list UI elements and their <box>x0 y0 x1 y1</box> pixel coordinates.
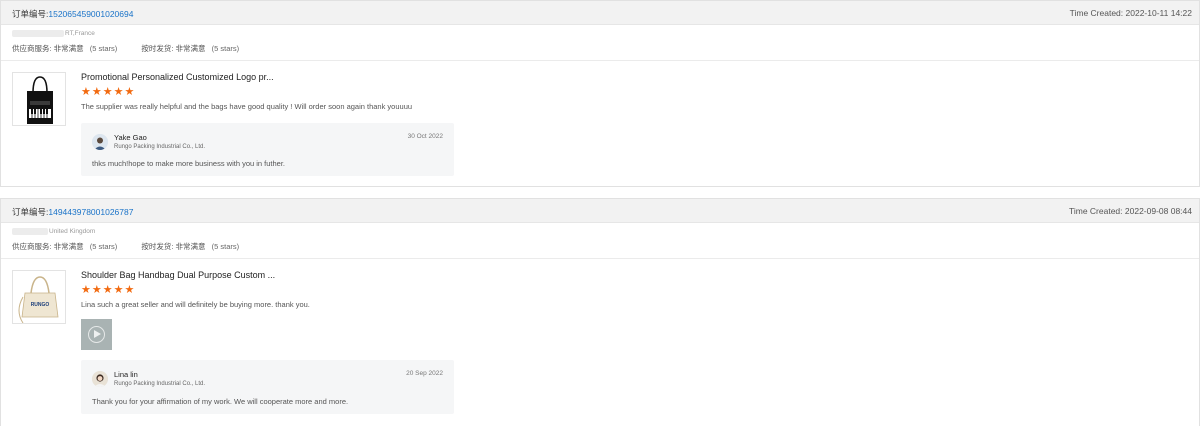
buyer-info: United Kingdom 供应商服务: 非常满意 (5 stars) 按时发… <box>1 223 1199 259</box>
reply-text: Thank you for your affirmation of my wor… <box>92 397 349 406</box>
supplier-reply: Lina lin Rungo Packing Industrial Co., L… <box>81 360 454 414</box>
supplier-service-stars: (5 stars) <box>89 44 118 53</box>
order-number-link[interactable]: 152065459001020694 <box>48 9 133 19</box>
product-title-link[interactable]: Promotional Personalized Customized Logo… <box>81 72 274 82</box>
supplier-service-stars: (5 stars) <box>89 242 118 251</box>
reply-date: 20 Sep 2022 <box>406 370 443 377</box>
time-created: Time Created: 2022-10-11 14:22 <box>1069 8 1192 18</box>
order-number-row: 订单编号:149443978001026787 <box>12 206 133 218</box>
tote-bag-image <box>27 76 53 124</box>
order-card: 订单编号:152065459001020694 Time Created: 20… <box>0 0 1200 187</box>
order-ratings: 供应商服务: 非常满意 (5 stars) 按时发货: 非常满意 (5 star… <box>12 43 239 54</box>
replier-name: Yake Gao <box>114 133 147 142</box>
person-icon <box>92 371 108 387</box>
on-time-delivery-stars: (5 stars) <box>211 242 240 251</box>
supplier-service-rating: 供应商服务: 非常满意 <box>12 44 84 53</box>
time-created: Time Created: 2022-09-08 08:44 <box>1068 206 1192 216</box>
product-thumbnail[interactable] <box>12 72 66 126</box>
shoulder-bag-image: RUNGO <box>18 276 59 323</box>
avatar <box>92 134 108 150</box>
replier-company: Rungo Packing Industrial Co., Ltd. <box>114 144 206 150</box>
person-icon <box>92 134 108 150</box>
on-time-delivery-rating: 按时发货: 非常满意 <box>141 44 206 53</box>
order-number-label: 订单编号: <box>12 207 49 217</box>
buyer-name-redacted <box>12 228 48 235</box>
order-card: 订单编号:149443978001026787 Time Created: 20… <box>0 198 1200 426</box>
order-ratings: 供应商服务: 非常满意 (5 stars) 按时发货: 非常满意 (5 star… <box>12 241 239 252</box>
avatar <box>92 371 108 387</box>
buyer-info: RT,France 供应商服务: 非常满意 (5 stars) 按时发货: 非常… <box>1 25 1199 61</box>
order-number-link[interactable]: 149443978001026787 <box>48 207 133 217</box>
on-time-delivery-rating: 按时发货: 非常满意 <box>141 242 206 251</box>
product-title-link[interactable]: Shoulder Bag Handbag Dual Purpose Custom… <box>81 270 275 280</box>
product-thumbnail[interactable]: RUNGO <box>12 270 66 324</box>
review-comment: The supplier was really helpful and the … <box>81 102 413 111</box>
reply-date: 30 Oct 2022 <box>407 133 443 140</box>
order-header: 订单编号:149443978001026787 Time Created: 20… <box>1 199 1199 223</box>
review-comment: Lina such a great seller and will defini… <box>81 300 310 309</box>
buyer-country: RT,France <box>65 30 95 37</box>
buyer-name-redacted <box>12 30 64 37</box>
replier-name: Lina lin <box>114 370 138 379</box>
bag-logo-text: RUNGO <box>31 302 50 308</box>
replier-company: Rungo Packing Industrial Co., Ltd. <box>114 381 206 387</box>
order-number-row: 订单编号:152065459001020694 <box>12 8 133 20</box>
supplier-service-rating: 供应商服务: 非常满意 <box>12 242 84 251</box>
order-header: 订单编号:152065459001020694 Time Created: 20… <box>1 1 1199 25</box>
order-number-label: 订单编号: <box>12 9 49 19</box>
reply-text: thks much!hope to make more business wit… <box>92 159 286 168</box>
rating-stars: ★★★★★ <box>81 284 136 296</box>
review-video-thumbnail[interactable] <box>81 319 112 350</box>
rating-stars: ★★★★★ <box>81 86 136 98</box>
buyer-country: United Kingdom <box>49 228 96 235</box>
supplier-reply: Yake Gao Rungo Packing Industrial Co., L… <box>81 123 454 176</box>
on-time-delivery-stars: (5 stars) <box>211 44 240 53</box>
play-icon <box>94 330 101 338</box>
